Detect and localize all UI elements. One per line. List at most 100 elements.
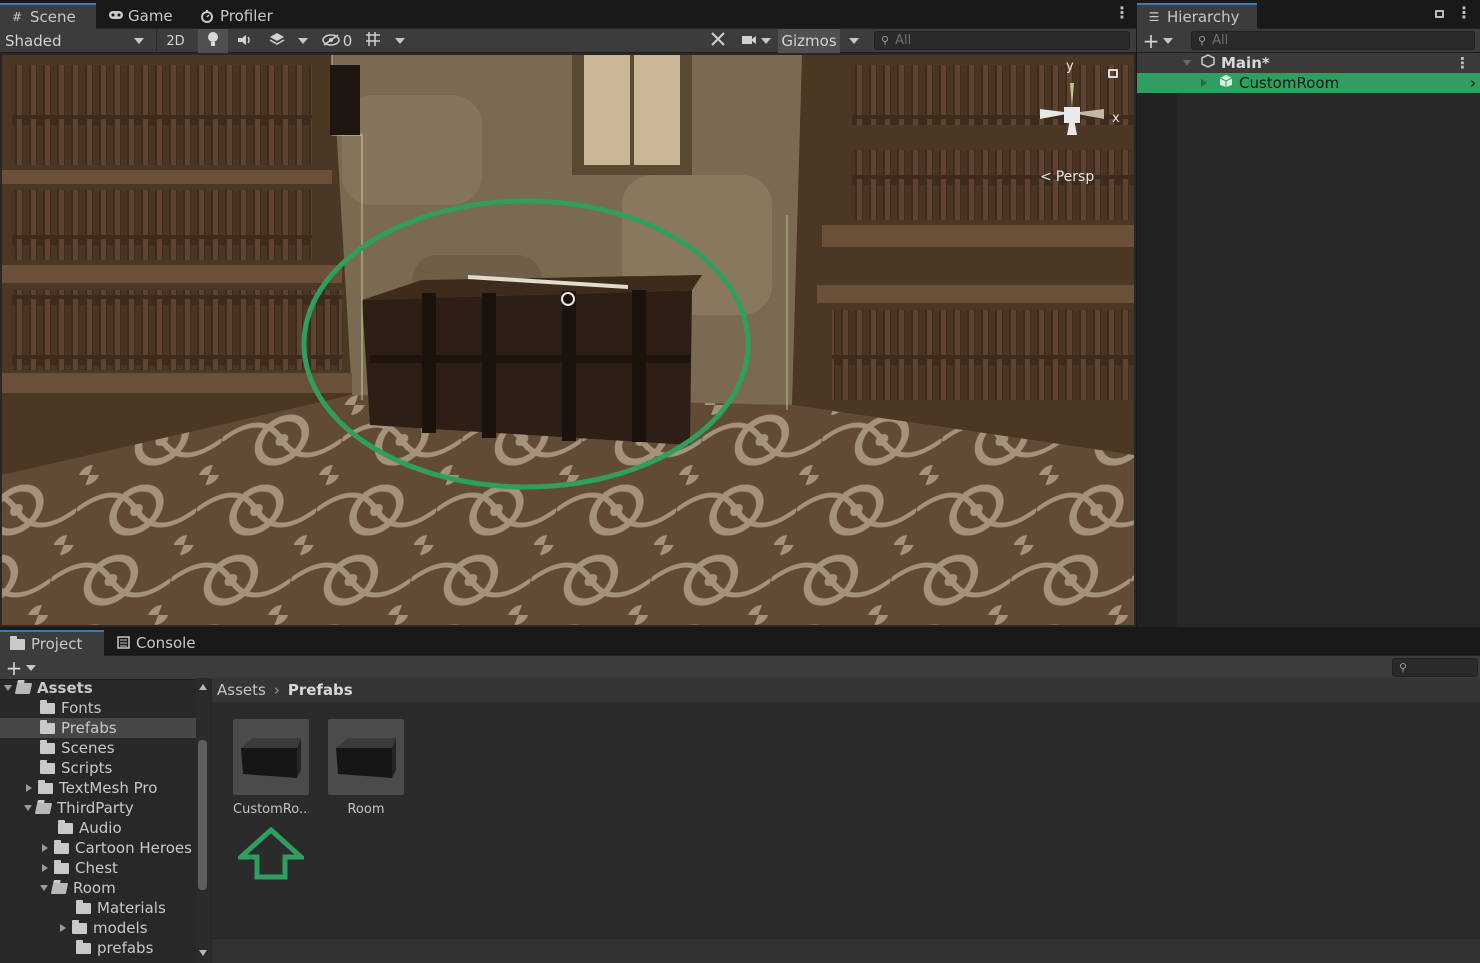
chevron-down-icon: [298, 38, 308, 44]
annotation-arrow-icon: [234, 826, 308, 881]
chevron-down-icon: [395, 38, 405, 44]
chevron-right-icon: [1201, 79, 1207, 87]
tab-profiler[interactable]: Profiler: [190, 3, 283, 29]
scroll-up-icon[interactable]: [199, 684, 207, 690]
tree-item-models[interactable]: models: [0, 918, 196, 938]
tab-project-label: Project: [31, 635, 83, 653]
effects-dropdown[interactable]: [294, 29, 312, 53]
tools-button[interactable]: [704, 29, 732, 53]
persp-label: Persp: [1055, 169, 1095, 185]
lighting-toggle[interactable]: [198, 29, 228, 53]
tree-item-textmesh-pro[interactable]: TextMesh Pro: [0, 778, 196, 798]
speaker-icon: [237, 32, 253, 50]
folder-icon: [40, 759, 55, 774]
folder-icon: [72, 919, 87, 934]
grid-dropdown[interactable]: [390, 29, 410, 53]
tree-item-label: Scripts: [61, 759, 113, 777]
plus-icon: +: [5, 656, 23, 680]
tree-item-scripts[interactable]: Scripts: [0, 758, 196, 778]
gizmos-dropdown[interactable]: [842, 29, 866, 53]
chevron-down-icon: [4, 685, 12, 691]
tree-item-chest[interactable]: Chest: [0, 858, 196, 878]
asset-customroom[interactable]: CustomRo...: [233, 719, 309, 819]
grid-snap-toggle[interactable]: [360, 29, 386, 53]
project-panel: Project Console + ⚲ Assets Fonts Prefabs…: [0, 627, 1480, 963]
scroll-thumb[interactable]: [198, 740, 207, 890]
folder-open-icon: [34, 802, 53, 814]
persp-toggle[interactable]: < Persp: [1040, 169, 1094, 185]
axis-gizmo-icon: [1040, 83, 1104, 135]
tree-item-label: ThirdParty: [57, 799, 134, 817]
chevron-down-icon: [849, 38, 859, 44]
tree-item-thirdparty[interactable]: ThirdParty: [0, 798, 196, 818]
tree-item-audio[interactable]: Audio: [0, 818, 196, 838]
scroll-down-icon[interactable]: [199, 950, 207, 956]
project-search-input[interactable]: ⚲: [1392, 658, 1478, 677]
gizmos-toggle[interactable]: Gizmos: [778, 29, 840, 53]
tab-game-label: Game: [128, 7, 173, 25]
draw-mode-label: Shaded: [5, 32, 62, 50]
camera-dropdown[interactable]: [736, 29, 776, 53]
hierarchy-item-customroom[interactable]: CustomRoom ›: [1137, 73, 1480, 93]
toggle-2d-button[interactable]: 2D: [156, 29, 194, 53]
tree-item-assets[interactable]: Assets: [0, 678, 196, 698]
tab-console[interactable]: Console: [106, 630, 206, 656]
tree-item-scenes[interactable]: Scenes: [0, 738, 196, 758]
layers-icon: [269, 32, 285, 50]
lock-icon[interactable]: [1435, 10, 1444, 18]
chevron-down-icon: [1163, 38, 1174, 44]
tree-item-cartoon-heroes[interactable]: Cartoon Heroes: [0, 838, 196, 858]
chevron-right-icon: ›: [273, 681, 280, 699]
orientation-gizmo[interactable]: y x: [1032, 59, 1122, 163]
scene-search-input[interactable]: ⚲ All: [874, 31, 1130, 50]
tree-item-materials[interactable]: Materials: [0, 898, 196, 918]
scene-kebab-menu-icon[interactable]: ⋮: [1114, 5, 1130, 21]
hierarchy-search-input[interactable]: ⚲ All: [1191, 31, 1475, 50]
folder-icon: [54, 839, 69, 854]
draw-mode-dropdown[interactable]: Shaded: [0, 29, 152, 53]
hierarchy-toolbar: + ⚲ All: [1137, 29, 1480, 53]
chevron-down-icon: [40, 885, 48, 891]
folder-icon: [38, 779, 53, 794]
tree-item-label: TextMesh Pro: [59, 779, 158, 797]
tab-game[interactable]: Game: [98, 3, 183, 29]
chevron-down-icon: [1183, 60, 1191, 66]
project-create-dropdown[interactable]: +: [4, 656, 38, 680]
breadcrumb-assets[interactable]: Assets: [217, 681, 266, 699]
hierarchy-item-main[interactable]: Main* ⋮: [1137, 53, 1480, 73]
tab-profiler-label: Profiler: [220, 7, 273, 25]
scene-visibility-toggle[interactable]: 0: [318, 29, 356, 53]
chevron-left-icon: <: [1040, 169, 1052, 185]
wrench-icon: [710, 31, 726, 51]
folder-open-icon: [50, 882, 69, 894]
row-kebab-icon[interactable]: ⋮: [1455, 54, 1470, 72]
chevron-right-icon[interactable]: ›: [1470, 74, 1476, 92]
prefab-thumbnail: [233, 719, 309, 795]
project-tabbar: Project Console: [0, 627, 1480, 656]
tree-item-prefabs[interactable]: Prefabs: [0, 718, 196, 738]
asset-label: CustomRo...: [233, 802, 309, 817]
hierarchy-kebab-menu-icon[interactable]: ⋮: [1456, 5, 1472, 21]
tree-item-label: prefabs: [97, 939, 154, 957]
breadcrumb-prefabs[interactable]: Prefabs: [288, 681, 353, 699]
tree-scrollbar[interactable]: [196, 678, 210, 963]
tree-item-fonts[interactable]: Fonts: [0, 698, 196, 718]
axis-x-label: x: [1112, 111, 1120, 126]
scene-viewport[interactable]: y x < Persp: [2, 55, 1134, 625]
scene-render: [2, 55, 1134, 625]
breadcrumb: Assets › Prefabs: [212, 678, 1480, 702]
profiler-icon: [200, 9, 214, 23]
lock-icon[interactable]: [1108, 69, 1118, 78]
tree-item-prefabs-sub[interactable]: prefabs: [0, 938, 196, 958]
prefab-thumbnail: [328, 719, 404, 795]
tab-scene[interactable]: # Scene: [0, 3, 96, 29]
asset-room[interactable]: Room: [328, 719, 404, 819]
audio-toggle[interactable]: [230, 29, 260, 53]
tab-project[interactable]: Project: [0, 630, 104, 656]
tree-item-room[interactable]: Room: [0, 878, 196, 898]
folder-icon: [58, 819, 73, 834]
create-dropdown[interactable]: +: [1141, 29, 1175, 53]
chevron-right-icon: [42, 844, 48, 852]
effects-toggle[interactable]: [262, 29, 292, 53]
tab-hierarchy[interactable]: ☰ Hierarchy: [1137, 3, 1257, 29]
